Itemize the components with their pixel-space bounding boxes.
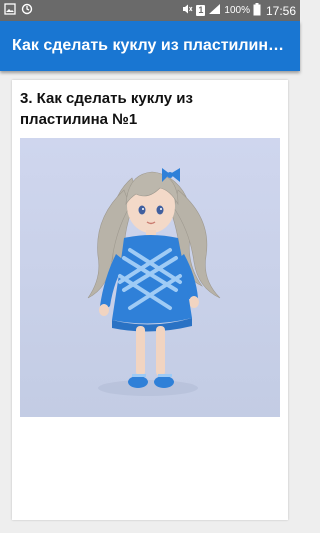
- clock: 17:56: [265, 3, 296, 18]
- status-bar: 1 100% 17:56: [0, 0, 300, 21]
- article-card[interactable]: 3. Как сделать куклу из пластилина №1: [12, 80, 288, 520]
- sim-icon: 1: [196, 5, 206, 16]
- app-bar: Как сделать куклу из пластилин…: [0, 21, 300, 71]
- signal-icon: [208, 3, 221, 18]
- article-title: 3. Как сделать куклу из пластилина №1: [20, 90, 193, 128]
- status-left: [4, 3, 33, 18]
- battery-percent: 100%: [224, 5, 250, 16]
- status-right: 1 100% 17:56: [181, 2, 296, 19]
- mute-icon: [181, 3, 193, 18]
- battery-icon: [253, 2, 261, 19]
- sync-icon: [21, 3, 33, 18]
- gallery-icon: [4, 3, 16, 18]
- doll-image: [20, 138, 280, 417]
- app-bar-title: Как сделать куклу из пластилин…: [12, 37, 285, 54]
